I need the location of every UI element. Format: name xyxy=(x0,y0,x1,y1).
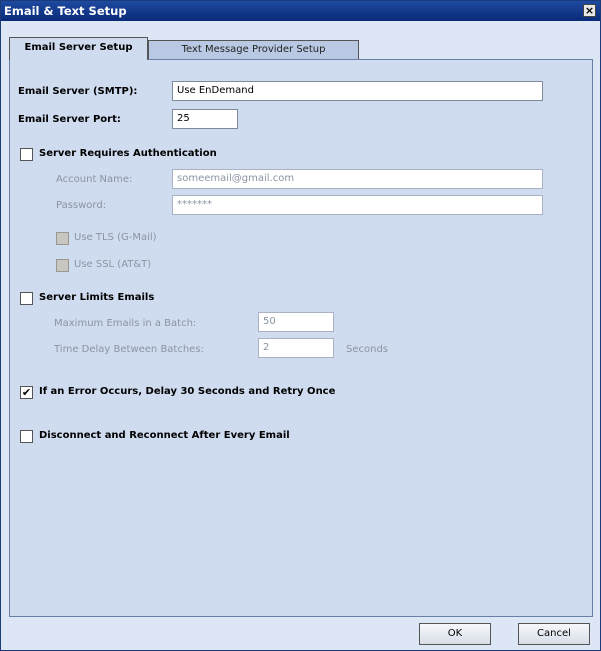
auth-checkbox[interactable] xyxy=(20,148,33,161)
use-tls-checkbox[interactable] xyxy=(56,232,69,245)
retry-label: If an Error Occurs, Delay 30 Seconds and… xyxy=(39,386,336,397)
smtp-server-input[interactable]: Use EnDemand xyxy=(172,81,543,101)
use-ssl-checkbox[interactable] xyxy=(56,259,69,272)
tab-text-message-provider-setup[interactable]: Text Message Provider Setup xyxy=(148,40,359,59)
reconnect-checkbox[interactable] xyxy=(20,430,33,443)
tab-email-server-setup[interactable]: Email Server Setup xyxy=(9,37,148,60)
tab-label: Text Message Provider Setup xyxy=(181,44,326,55)
password-label: Password: xyxy=(56,200,107,211)
time-delay-label: Time Delay Between Batches: xyxy=(54,344,204,355)
cancel-button[interactable]: Cancel xyxy=(518,623,590,645)
window-title: Email & Text Setup xyxy=(4,4,127,18)
tab-label: Email Server Setup xyxy=(24,42,133,53)
account-name-label: Account Name: xyxy=(56,174,133,185)
server-limits-checkbox[interactable] xyxy=(20,292,33,305)
check-icon: ✔ xyxy=(21,386,32,399)
server-limits-label: Server Limits Emails xyxy=(39,292,155,303)
use-tls-label: Use TLS (G-Mail) xyxy=(74,232,157,243)
close-icon[interactable]: × xyxy=(583,4,596,17)
max-emails-label: Maximum Emails in a Batch: xyxy=(54,318,197,329)
port-input[interactable]: 25 xyxy=(172,109,238,129)
use-ssl-label: Use SSL (AT&T) xyxy=(74,259,152,270)
account-name-input[interactable]: someemail@gmail.com xyxy=(172,169,543,189)
port-label: Email Server Port: xyxy=(18,114,121,125)
max-emails-input[interactable]: 50 xyxy=(258,312,334,332)
retry-checkbox[interactable]: ✔ xyxy=(20,386,33,399)
password-input[interactable]: ******* xyxy=(172,195,543,215)
time-delay-input[interactable]: 2 xyxy=(258,338,334,358)
title-bar[interactable]: Email & Text Setup × xyxy=(1,1,600,21)
reconnect-label: Disconnect and Reconnect After Every Ema… xyxy=(39,430,290,441)
ok-button[interactable]: OK xyxy=(419,623,491,645)
auth-label: Server Requires Authentication xyxy=(39,148,217,159)
email-text-setup-dialog: Email & Text Setup × Email Server Setup … xyxy=(0,0,601,651)
email-server-setup-panel: Email Server (SMTP): Use EnDemand Email … xyxy=(9,59,593,617)
seconds-label: Seconds xyxy=(346,344,389,355)
smtp-label: Email Server (SMTP): xyxy=(18,86,138,97)
